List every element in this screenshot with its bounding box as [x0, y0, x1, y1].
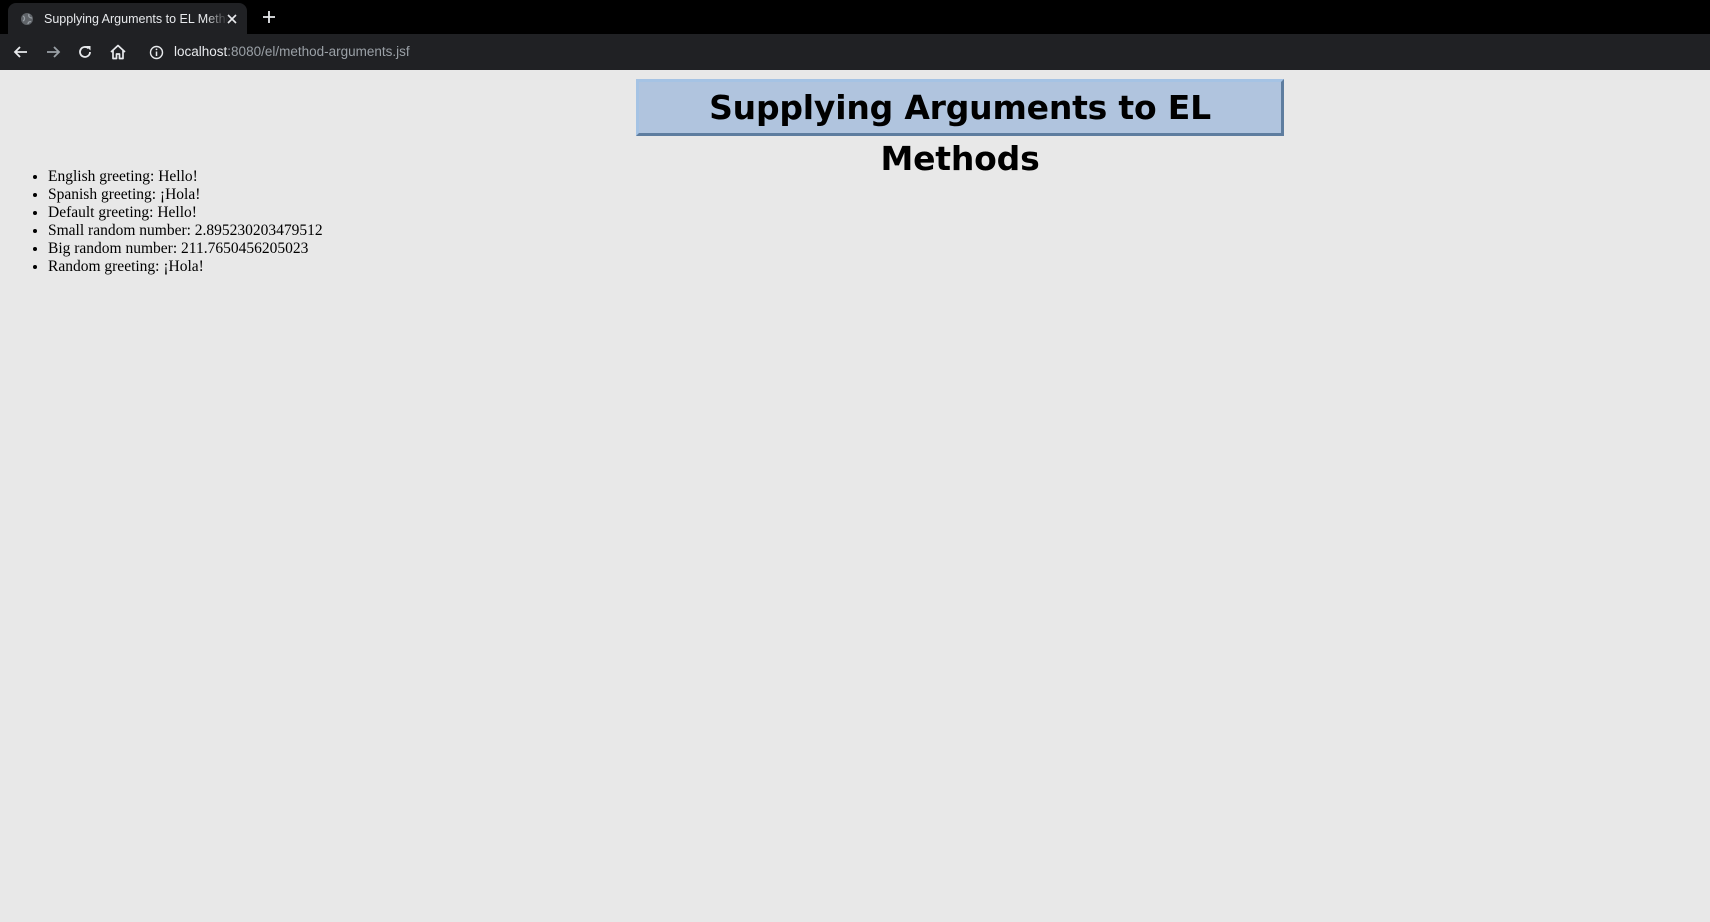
results-list: English greeting: Hello! Spanish greetin…	[0, 168, 323, 276]
plus-icon[interactable]	[260, 8, 278, 26]
browser-tab[interactable]: Supplying Arguments to EL Methods	[8, 3, 247, 34]
back-arrow-icon[interactable]	[11, 42, 31, 62]
url-path: :8080/el/method-arguments.jsf	[227, 44, 410, 59]
list-item: Spanish greeting: ¡Hola!	[48, 186, 323, 204]
close-icon[interactable]	[224, 11, 240, 27]
address-bar[interactable]: localhost:8080/el/method-arguments.jsf	[140, 37, 1710, 67]
list-item: Default greeting: Hello!	[48, 204, 323, 222]
reload-icon[interactable]	[75, 42, 95, 62]
list-item: Random greeting: ¡Hola!	[48, 258, 323, 276]
tab-title: Supplying Arguments to EL Methods	[44, 12, 228, 26]
url-text[interactable]: localhost:8080/el/method-arguments.jsf	[174, 42, 410, 62]
list-item: Big random number: 211.7650456205023	[48, 240, 323, 258]
title-panel: Supplying Arguments to EL Methods	[636, 79, 1284, 178]
home-icon[interactable]	[108, 42, 128, 62]
list-item: English greeting: Hello!	[48, 168, 323, 186]
page-title: Supplying Arguments to EL Methods	[709, 88, 1211, 178]
info-icon[interactable]	[149, 45, 164, 60]
forward-arrow-icon[interactable]	[43, 42, 63, 62]
page-content: Supplying Arguments to EL Methods Englis…	[0, 70, 1710, 922]
tab-strip: Supplying Arguments to EL Methods	[0, 0, 1710, 34]
globe-icon	[20, 12, 34, 26]
browser-toolbar: localhost:8080/el/method-arguments.jsf	[0, 34, 1710, 70]
list-item: Small random number: 2.895230203479512	[48, 222, 323, 240]
url-host: localhost	[174, 44, 228, 59]
